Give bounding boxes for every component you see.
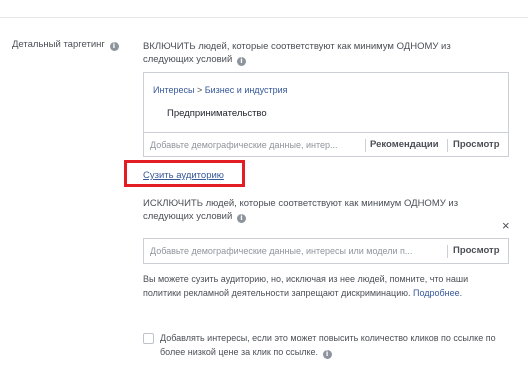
exclusion-note: Вы можете сузить аудиторию, но, исключая… [143,272,503,300]
include-search-row: Добавьте демографические данные, интер..… [144,132,508,157]
exclude-browse-button[interactable]: Просмотр [453,245,500,256]
info-icon[interactable]: i [236,57,246,66]
info-icon[interactable]: i [109,42,119,51]
breadcrumb: Интересы > Бизнес и индустрия [153,85,288,95]
include-search-input[interactable]: Добавьте демографические данные, интер..… [150,140,338,150]
include-targeting-box: Интересы > Бизнес и индустрия Предприним… [143,72,509,157]
exclude-search-input[interactable]: Добавьте демографические данные, интерес… [150,246,412,256]
top-divider [0,17,528,18]
detailed-targeting-label: Детальный таргетинг i [12,39,119,51]
divider [447,139,448,152]
browse-button[interactable]: Просмотр [453,139,500,150]
breadcrumb-separator: > [196,85,203,95]
info-icon[interactable]: i [322,350,332,359]
exclude-heading: ИСКЛЮЧИТЬ людей, которые соответствуют к… [143,197,503,223]
expand-interests-label: Добавлять интересы, если это может повыс… [160,331,520,359]
include-heading: ВКЛЮЧИТЬ людей, которые соответствуют ка… [143,40,503,66]
narrow-audience-link[interactable]: Сузить аудиторию [143,170,224,181]
include-heading-text: ВКЛЮЧИТЬ людей, которые соответствуют ка… [143,41,451,65]
info-icon[interactable]: i [236,214,246,223]
divider [447,245,448,258]
divider [365,139,366,152]
exclude-heading-text: ИСКЛЮЧИТЬ людей, которые соответствуют к… [143,198,459,222]
expand-interests-checkbox[interactable] [143,333,154,344]
exclude-targeting-box: Добавьте демографические данные, интерес… [143,238,509,264]
close-icon[interactable]: × [502,219,510,232]
recommendations-button[interactable]: Рекомендации [370,139,439,150]
learn-more-link[interactable]: Подробнее. [413,288,462,298]
selected-interest[interactable]: Предпринимательство [167,108,267,119]
breadcrumb-parent[interactable]: Интересы [153,85,194,95]
detailed-targeting-label-text: Детальный таргетинг [12,39,105,50]
breadcrumb-child[interactable]: Бизнес и индустрия [205,85,288,95]
